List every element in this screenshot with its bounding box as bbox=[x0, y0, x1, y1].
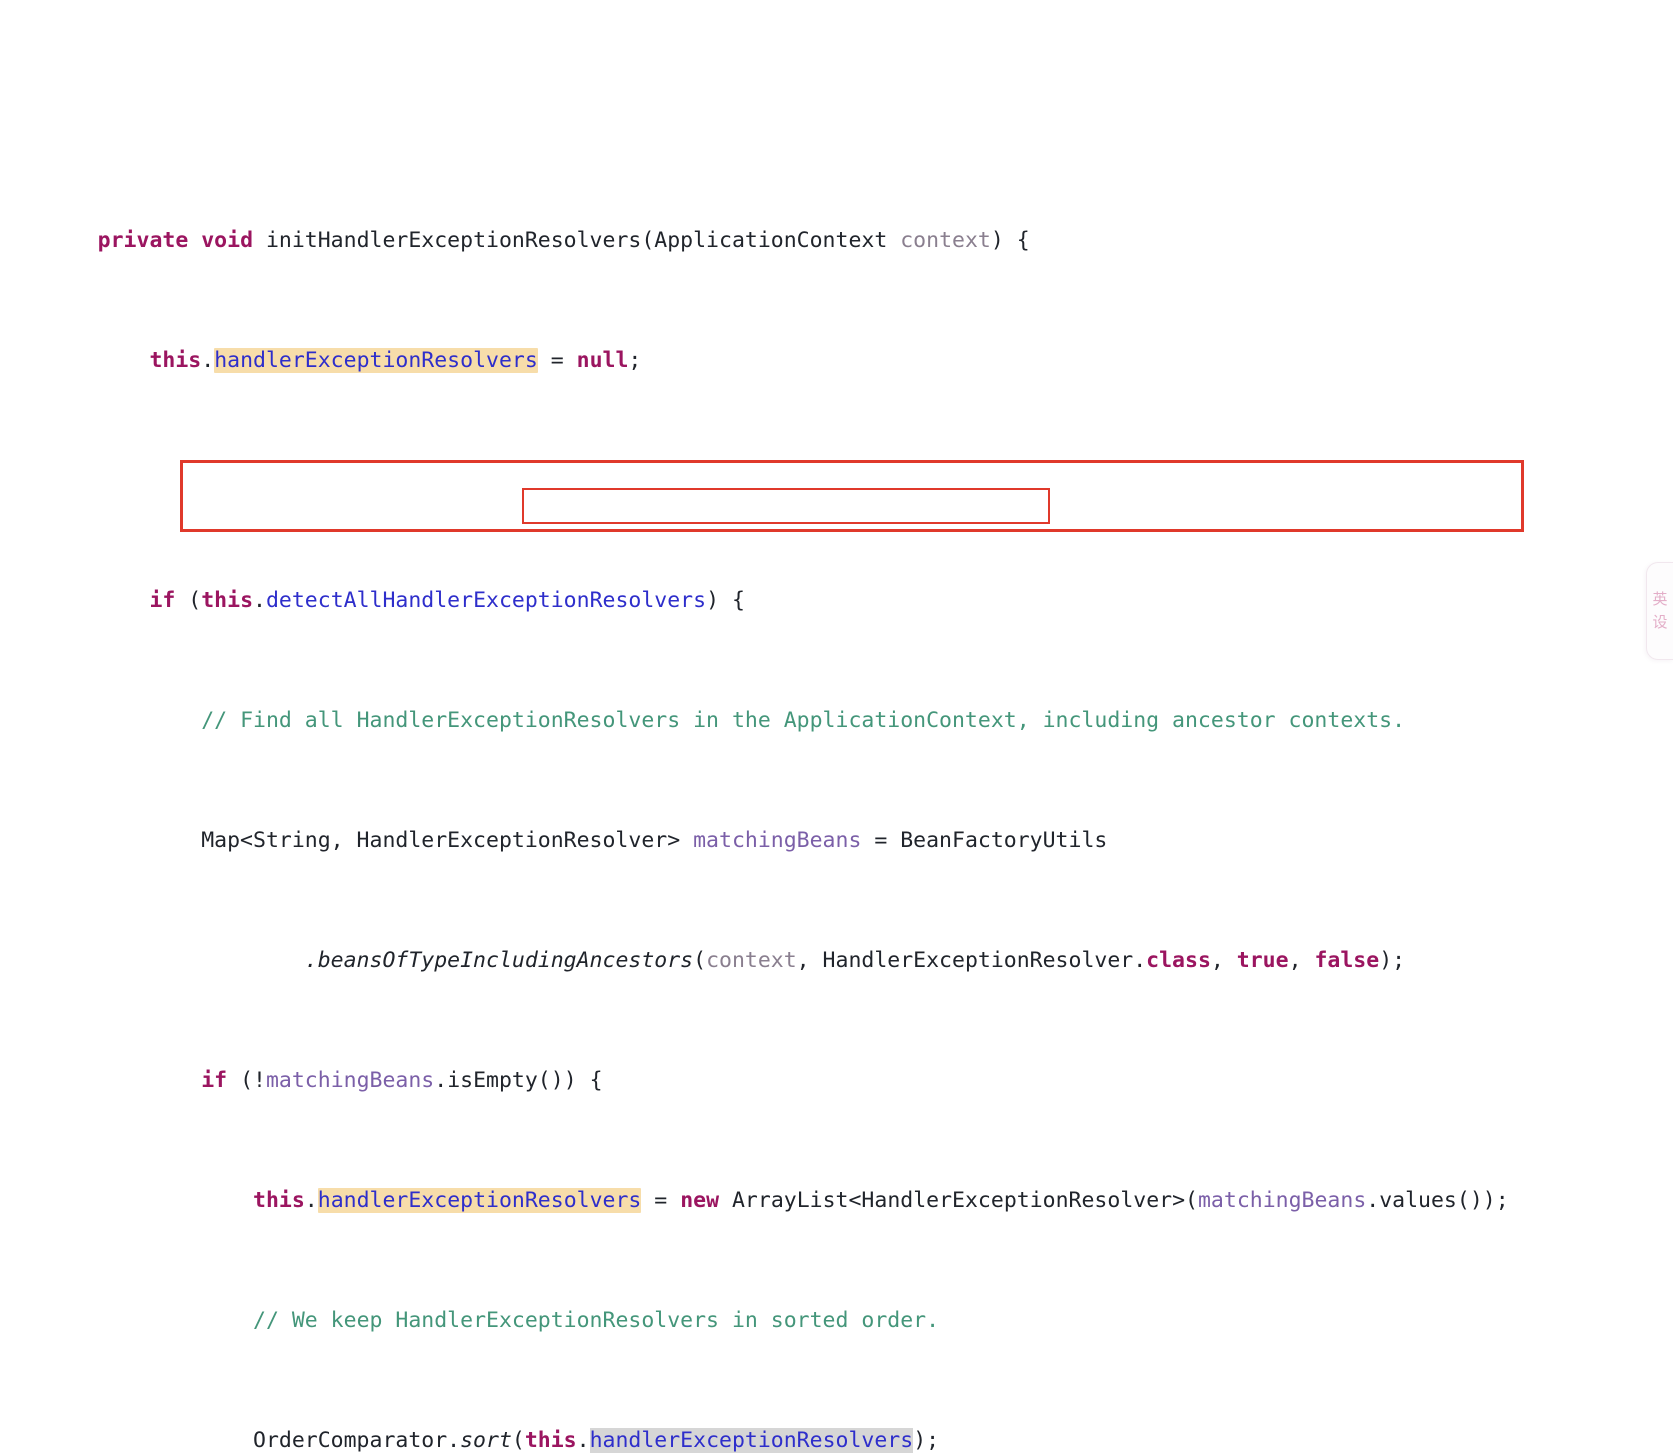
code-line[interactable]: // Find all HandlerExceptionResolvers in… bbox=[0, 676, 1673, 733]
code-token: (! bbox=[227, 1068, 266, 1093]
code-token: matchingBeans bbox=[1197, 1188, 1367, 1213]
ime-language-glyph[interactable]: 英 bbox=[1652, 592, 1667, 607]
code-token: this bbox=[149, 348, 202, 373]
code-token: OrderComparator. bbox=[97, 1428, 461, 1453]
code-token: . bbox=[304, 1188, 318, 1213]
ime-floating-widget[interactable]: 英 设 bbox=[1646, 562, 1673, 660]
code-line[interactable]: OrderComparator.sort(this.handlerExcepti… bbox=[0, 1396, 1673, 1453]
code-token: false bbox=[1314, 948, 1380, 973]
code-token: .beansOfTypeIncludingAncestors bbox=[304, 948, 694, 973]
code-line[interactable]: if (!matchingBeans.isEmpty()) { bbox=[0, 1036, 1673, 1093]
code-line[interactable] bbox=[0, 436, 1673, 466]
code-token: , bbox=[1288, 948, 1315, 973]
code-token-highlighted: handlerExceptionResolvers bbox=[214, 348, 538, 373]
code-token: class bbox=[1146, 948, 1211, 973]
code-token: if bbox=[201, 1068, 228, 1093]
code-token: true bbox=[1236, 948, 1289, 973]
code-token: new bbox=[680, 1188, 720, 1213]
code-token: . bbox=[253, 588, 266, 613]
code-token: , bbox=[1210, 948, 1237, 973]
code-line[interactable]: this.handlerExceptionResolvers = new Arr… bbox=[0, 1156, 1673, 1213]
code-token: ( bbox=[693, 948, 707, 973]
code-line[interactable]: if (this.detectAllHandlerExceptionResolv… bbox=[0, 556, 1673, 613]
code-token: .isEmpty()) { bbox=[434, 1068, 603, 1093]
code-token: = BeanFactoryUtils bbox=[861, 828, 1108, 853]
code-line[interactable]: private void initHandlerExceptionResolve… bbox=[0, 196, 1673, 253]
code-token: ); bbox=[1379, 948, 1406, 973]
code-line[interactable]: this.handlerExceptionResolvers = null; bbox=[0, 316, 1673, 373]
code-token: void bbox=[201, 228, 254, 253]
code-token: detectAllHandlerExceptionResolvers bbox=[265, 588, 707, 613]
code-token: ) { bbox=[706, 588, 745, 613]
code-token: ); bbox=[913, 1428, 940, 1453]
code-token: context bbox=[900, 228, 991, 253]
code-token: matchingBeans bbox=[265, 1068, 435, 1093]
code-token: . bbox=[576, 1428, 590, 1453]
code-token: private bbox=[97, 228, 189, 253]
code-token: , HandlerExceptionResolver. bbox=[796, 948, 1147, 973]
code-token: Map<String, HandlerExceptionResolver> bbox=[97, 828, 694, 853]
code-line[interactable]: .beansOfTypeIncludingAncestors(context, … bbox=[0, 916, 1673, 973]
code-token: .values()); bbox=[1366, 1188, 1509, 1213]
code-line[interactable]: / bbox=[0, 90, 1673, 106]
code-token: ) { bbox=[990, 228, 1030, 253]
code-token: ( bbox=[175, 588, 202, 613]
code-token: this bbox=[524, 1428, 577, 1453]
code-comment: // Find all HandlerExceptionResolvers in… bbox=[201, 708, 1406, 733]
code-token: context bbox=[706, 948, 797, 973]
code-token: ArrayList<HandlerExceptionResolver>( bbox=[719, 1188, 1198, 1213]
code-line[interactable]: Map<String, HandlerExceptionResolver> ma… bbox=[0, 796, 1673, 853]
code-editor[interactable]: / private void initHandlerExceptionResol… bbox=[0, 0, 1673, 1453]
source-code-viewport[interactable]: / private void initHandlerExceptionResol… bbox=[0, 0, 1673, 1453]
code-token: matchingBeans bbox=[693, 828, 862, 853]
code-token: this bbox=[253, 1188, 305, 1213]
code-token: = bbox=[537, 348, 577, 373]
code-token: null bbox=[576, 348, 629, 373]
code-token: = bbox=[641, 1188, 681, 1213]
code-token-highlighted: handlerExceptionResolvers bbox=[317, 1188, 642, 1213]
code-token: sort bbox=[460, 1428, 512, 1453]
code-token: if bbox=[149, 588, 176, 613]
code-token: ; bbox=[628, 348, 642, 373]
code-comment: // We keep HandlerExceptionResolvers in … bbox=[253, 1308, 940, 1333]
code-token: . bbox=[201, 348, 215, 373]
code-token-selected: handlerExceptionResolvers bbox=[589, 1428, 914, 1453]
code-token: ( bbox=[511, 1428, 525, 1453]
code-line[interactable]: // We keep HandlerExceptionResolvers in … bbox=[0, 1276, 1673, 1333]
code-token: initHandlerExceptionResolvers(Applicatio… bbox=[253, 228, 901, 253]
code-token: this bbox=[201, 588, 254, 613]
ime-settings-glyph[interactable]: 设 bbox=[1652, 615, 1667, 630]
